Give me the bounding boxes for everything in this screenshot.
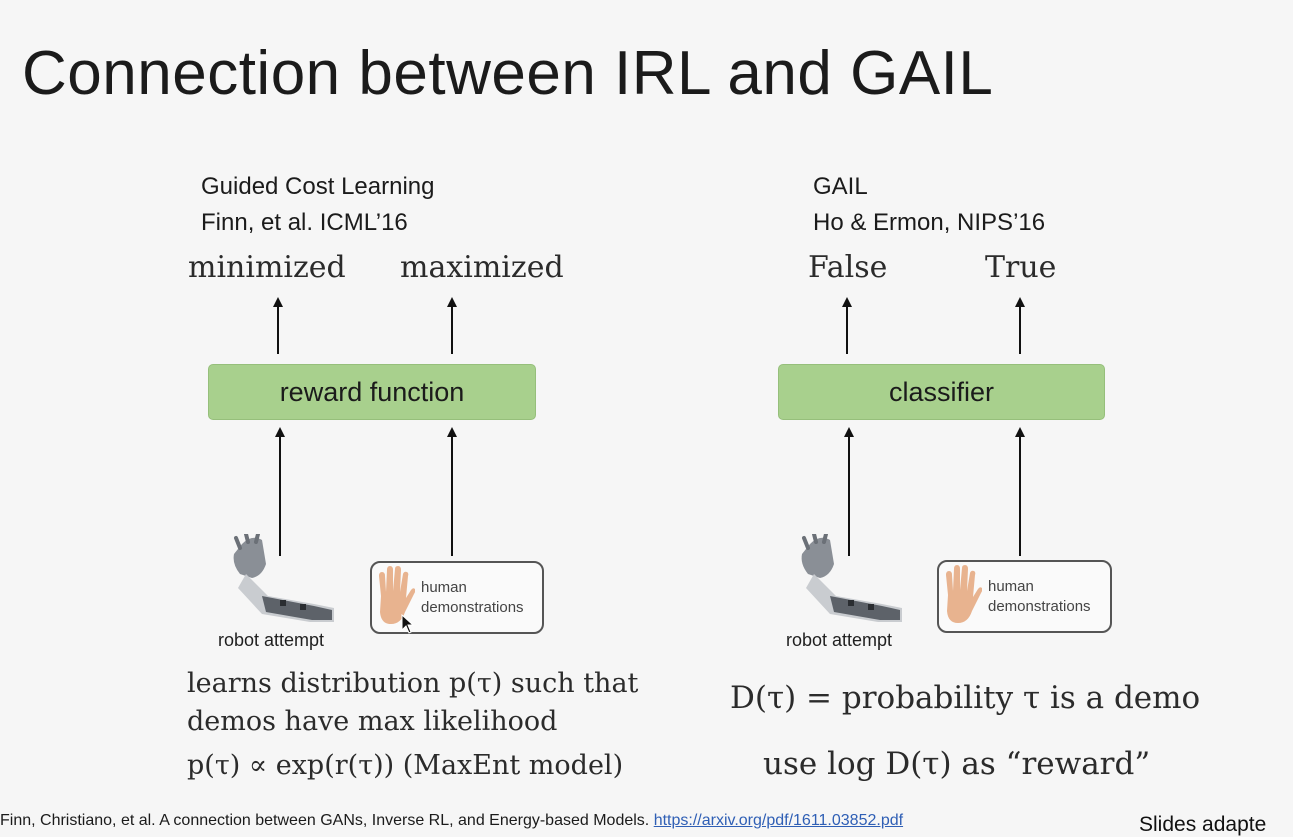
footer-paper-link[interactable]: https://arxiv.org/pdf/1611.03852.pdf [654,812,903,829]
left-text-line2: demos have max likelihood [187,706,558,737]
robot-arm-icon [233,534,334,622]
arrow-up-icon [273,297,283,354]
right-demo-line1: human [988,578,1034,595]
robot-arm-icon [801,534,902,622]
right-demo-line2: demonstrations [988,598,1091,615]
classifier-box: classifier [778,364,1105,420]
arrow-up-icon [447,297,457,354]
arrow-up-icon [1015,427,1025,556]
footer-citation: Finn, Christiano, et al. A connection be… [0,812,650,829]
right-output-false: False [808,250,888,285]
hand-icon [946,565,982,623]
left-output-minimized: minimized [188,250,346,285]
left-citation: Finn, et al. ICML’16 [201,209,408,236]
slide-title: Connection between IRL and GAIL [22,39,994,108]
left-text-line3: p(τ) ∝ exp(r(τ)) (MaxEnt model) [187,750,624,781]
right-text-line2: use log D(τ) as “reward” [763,746,1151,782]
right-robot-caption: robot attempt [786,630,893,650]
arrow-up-icon [842,297,852,354]
mouse-cursor-icon [401,614,415,634]
slides-credit: Slides adapte [1139,813,1267,836]
reward-function-box: reward function [208,364,536,420]
right-text-line1: D(τ) = probability τ is a demo [730,680,1201,716]
left-robot-caption: robot attempt [218,630,325,650]
left-demo-line1: human [421,579,467,596]
reward-function-label: reward function [279,376,465,407]
left-demo-line2: demonstrations [421,599,524,616]
footer-reference: Finn, Christiano, et al. A connection be… [0,812,903,830]
right-method-name: GAIL [813,173,868,200]
arrow-up-icon [447,427,457,556]
right-panel-heading: GAIL Ho & Ermon, NIPS’16 [813,169,1045,241]
left-output-maximized: maximized [400,250,564,285]
right-demo-label: human demonstrations [988,577,1091,617]
left-demo-label: human demonstrations [421,578,524,618]
right-citation: Ho & Ermon, NIPS’16 [813,209,1046,236]
right-output-true: True [985,250,1057,285]
arrow-up-icon [1015,297,1025,354]
left-panel-heading: Guided Cost Learning Finn, et al. ICML’1… [201,169,434,241]
left-text-line1: learns distribution p(τ) such that [187,668,639,699]
classifier-label: classifier [888,376,995,407]
left-method-name: Guided Cost Learning [201,173,435,200]
